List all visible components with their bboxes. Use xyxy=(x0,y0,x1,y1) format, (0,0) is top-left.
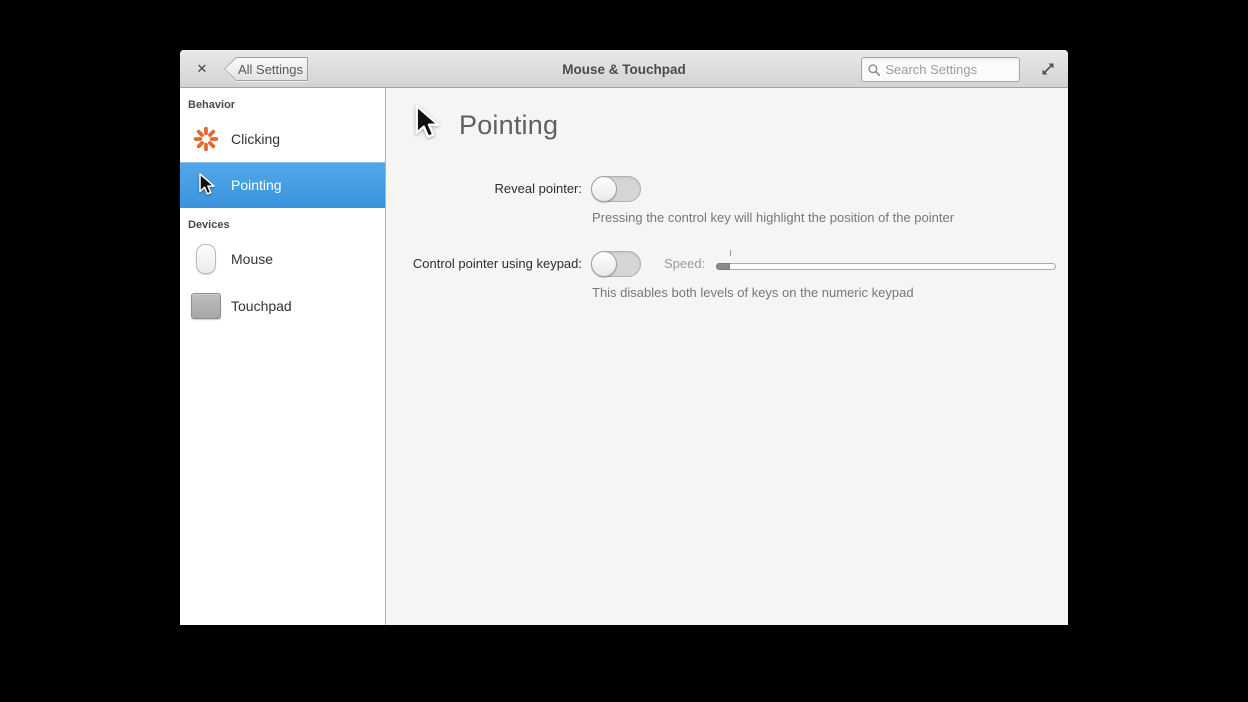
pointer-cursor-icon xyxy=(190,172,222,198)
sidebar-item-clicking[interactable]: Clicking xyxy=(180,117,385,161)
reveal-pointer-toggle[interactable] xyxy=(591,176,641,202)
desktop: { "window": { "title": "Mouse & Touchpad… xyxy=(0,0,1248,702)
sidebar-item-touchpad[interactable]: Touchpad xyxy=(180,282,385,330)
content-pane: Pointing Reveal pointer: Pressing the co… xyxy=(387,88,1068,625)
sidebar-section-devices: Devices xyxy=(188,219,230,231)
sidebar: Behavior Clicking Pointing Devices Mouse… xyxy=(180,88,386,625)
settings-window: ✕ All Settings Mouse & Touchpad Behavior xyxy=(180,50,1068,625)
toolbar: ✕ All Settings Mouse & Touchpad xyxy=(180,50,1068,88)
sidebar-section-behavior: Behavior xyxy=(188,99,236,111)
speed-slider[interactable] xyxy=(716,263,1056,270)
sidebar-item-pointing[interactable]: Pointing xyxy=(180,162,385,208)
sidebar-item-clicking-label: Clicking xyxy=(231,131,281,147)
toggle-knob xyxy=(591,251,617,277)
sidebar-item-touchpad-label: Touchpad xyxy=(231,298,292,314)
maximize-icon[interactable] xyxy=(1040,61,1056,77)
search-input[interactable] xyxy=(885,62,1013,77)
keypad-pointer-description: This disables both levels of keys on the… xyxy=(592,285,914,300)
toggle-knob xyxy=(591,176,617,202)
sidebar-item-pointing-label: Pointing xyxy=(231,177,282,193)
all-settings-label: All Settings xyxy=(237,61,304,77)
mouse-icon xyxy=(190,244,222,274)
pointing-header-icon xyxy=(415,104,440,138)
reveal-pointer-label: Reveal pointer: xyxy=(494,181,582,196)
keypad-pointer-toggle[interactable] xyxy=(591,251,641,277)
all-settings-button[interactable]: All Settings xyxy=(224,57,308,81)
close-button[interactable]: ✕ xyxy=(191,50,213,88)
slider-tick xyxy=(730,250,731,256)
sidebar-item-mouse-label: Mouse xyxy=(231,251,274,267)
search-icon xyxy=(868,63,881,76)
speed-slider-fill xyxy=(716,263,730,270)
touchpad-icon xyxy=(190,293,222,319)
window-body: Behavior Clicking Pointing Devices Mouse… xyxy=(180,88,1068,625)
keypad-pointer-label: Control pointer using keypad: xyxy=(412,256,582,271)
page-title: Pointing xyxy=(459,110,559,140)
speed-label: Speed: xyxy=(664,256,706,271)
reveal-pointer-description: Pressing the control key will highlight … xyxy=(592,210,955,225)
sidebar-item-mouse[interactable]: Mouse xyxy=(180,237,385,281)
search-field[interactable] xyxy=(861,57,1020,82)
click-burst-icon xyxy=(190,124,222,154)
